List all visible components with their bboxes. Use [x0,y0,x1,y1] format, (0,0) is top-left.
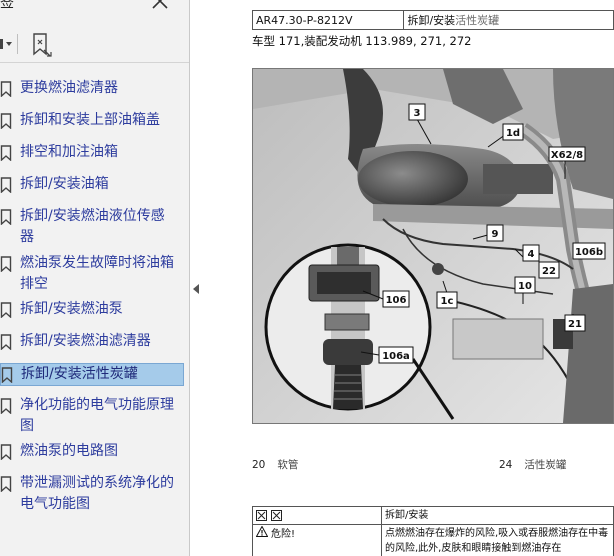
bookmark-label: 拆卸/安装油箱 [20,176,109,192]
callout-3: 3 [414,108,421,119]
document-code: AR47.30-P-8212V [251,10,405,30]
panel-toolbar [0,28,189,62]
bookmark-item[interactable]: 拆卸/安装燃油泵 [0,299,184,320]
legend-text: 活性炭罐 [524,459,567,471]
legend-item-24: 24 活性炭罐 [499,457,566,472]
warning-triangle-icon [255,525,269,542]
collapse-panel-arrow-icon[interactable] [192,280,200,294]
procedure-icons-cell [252,506,382,525]
panel-title: 签 [0,0,14,11]
bookmark-item[interactable]: 拆卸/安装活性炭罐 [0,363,184,386]
component-figure: 3 1d X62/8 9 4 106b 22 10 21 1c 106 106a [252,68,614,424]
document-title-subject: 活性炭罐 [455,14,500,27]
bookmark-item[interactable]: 净化功能的电气功能原理图 [0,395,184,437]
bookmark-label: 拆卸/安装燃油滤清器 [20,333,151,349]
callout-10: 10 [518,281,532,292]
bookmark-item[interactable]: 拆卸和安装上部油箱盖 [0,110,184,131]
bookmark-icon [0,398,12,415]
procedure-table: 拆卸/安装 危险! 点燃燃油存在爆炸的风险,吸入或吞服燃油存在中毒的风险,此外,… [252,506,614,556]
document-page: AR47.30-P-8212V 拆卸/安装活性炭罐 车型 171,装配发动机 1… [201,0,614,556]
bookmark-item[interactable]: 带泄漏测试的系统净化的电气功能图 [0,473,184,515]
bookmark-label: 带泄漏测试的系统净化的电气功能图 [20,475,174,512]
bookmark-icon [0,209,12,226]
bookmark-label: 拆卸和安装上部油箱盖 [20,112,160,128]
checkbox-icon [256,509,267,521]
model-line: 车型 171,装配发动机 113.989, 271, 272 [252,34,472,48]
legend-text: 软管 [277,459,299,471]
bookmark-icon [0,113,12,130]
legend-number: 20 [252,459,266,471]
bookmark-icon [0,476,12,493]
bookmark-icon [0,256,12,273]
bookmark-label: 净化功能的电气功能原理图 [20,397,174,434]
bookmark-item[interactable]: 拆卸/安装燃油滤清器 [0,331,184,352]
callout-21: 21 [568,319,582,330]
document-header-table: AR47.30-P-8212V 拆卸/安装活性炭罐 [251,10,614,30]
bookmark-icon [0,81,12,98]
danger-label-cell: 危险! [252,524,382,556]
bookmark-item[interactable]: 燃油泵发生故障时将油箱排空 [0,253,184,295]
procedure-header: 拆卸/安装 [381,506,614,525]
bookmarks-panel: 签 更换燃油滤清器 拆卸和安装上部油箱盖 排空和加注油箱 拆卸/安装油箱 拆卸/安装燃油… [0,0,190,556]
callout-106: 106 [386,295,407,306]
panel-divider [0,62,189,63]
bookmark-icon [0,334,12,351]
bookmark-icon [0,302,12,319]
callout-106a: 106a [382,351,410,362]
bookmark-label: 更换燃油滤清器 [20,80,118,96]
bookmark-icon [0,444,12,461]
callout-4: 4 [528,249,535,260]
callout-1c: 1c [441,296,454,307]
expand-bookmark-icon[interactable] [30,32,52,58]
bookmark-icon [0,145,12,162]
legend-item-20: 20 软管 [252,457,298,472]
bookmark-label: 拆卸/安装活性炭罐 [21,366,138,382]
callout-22: 22 [542,266,556,277]
options-dropdown-icon[interactable] [0,34,14,54]
bookmark-label: 燃油泵发生故障时将油箱排空 [20,255,174,292]
bookmark-item[interactable]: 排空和加注油箱 [0,142,184,163]
danger-label: 危险! [271,529,296,540]
document-title: 拆卸/安装活性炭罐 [403,10,614,30]
bookmark-label: 排空和加注油箱 [20,144,118,160]
bookmark-item[interactable]: 燃油泵的电路图 [0,441,184,462]
document-title-main: 拆卸/安装 [407,14,456,27]
figure-drawing: 3 1d X62/8 9 4 106b 22 10 21 1c 106 106a [253,69,613,423]
toolbar-separator [17,34,18,54]
close-icon[interactable] [150,0,170,12]
danger-text: 点燃燃油存在爆炸的风险,吸入或吞服燃油存在中毒的风险,此外,皮肤和眼睛接触到燃油… [381,524,614,556]
callout-x62-8: X62/8 [551,150,583,161]
bookmark-item[interactable]: 更换燃油滤清器 [0,78,184,99]
legend-number: 24 [499,459,513,471]
callout-1d: 1d [506,128,520,139]
callout-9: 9 [492,229,499,240]
bookmark-label: 拆卸/安装燃油液位传感器 [20,208,165,245]
bookmark-label: 拆卸/安装燃油泵 [20,301,123,317]
callout-106b: 106b [575,247,603,258]
bookmark-label: 燃油泵的电路图 [20,443,118,459]
bookmark-icon [0,177,12,194]
checkbox-icon [271,509,282,521]
bookmark-item[interactable]: 拆卸/安装燃油液位传感器 [0,206,184,248]
bookmark-item[interactable]: 拆卸/安装油箱 [0,174,184,195]
bookmark-icon [1,367,13,384]
